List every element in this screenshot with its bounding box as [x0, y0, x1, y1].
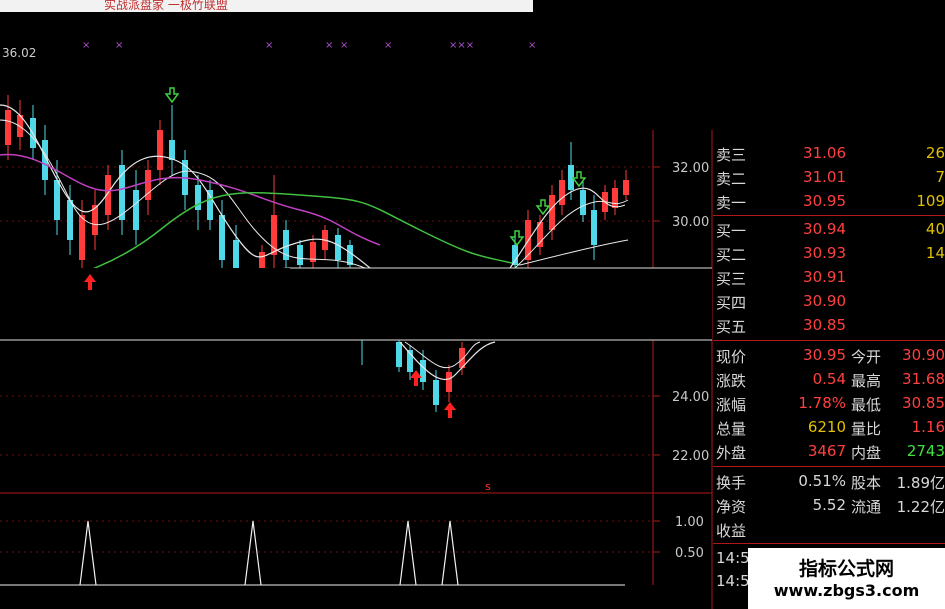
- stat-value: 2743: [906, 442, 945, 460]
- ask-label: 卖一: [716, 194, 747, 212]
- bid-row-2[interactable]: 买二 30.93 14: [713, 243, 945, 266]
- stat-value: 6210: [807, 418, 846, 436]
- svg-text:×××: ×××: [449, 40, 474, 51]
- times-divider: [713, 543, 945, 544]
- bid-label: 买四: [716, 294, 747, 312]
- svg-text:×: ×: [265, 40, 273, 51]
- signal-markers-top: × × × × × × ××× ×: [82, 40, 536, 51]
- stat-value: 1.78%: [798, 394, 846, 412]
- bid-label: 买一: [716, 222, 747, 240]
- svg-text:×: ×: [384, 40, 392, 51]
- ask-price: 30.95: [803, 192, 846, 210]
- ask-volume: 26: [925, 144, 945, 162]
- bid-price: 30.85: [803, 316, 846, 334]
- stat-label: 总量: [716, 420, 747, 438]
- stat-row-volume: 总量 6210 量比 1.16: [713, 417, 945, 440]
- indicator-tick-05: 0.50: [675, 546, 704, 561]
- stat-row-current: 现价 30.95 今开 30.90: [713, 345, 945, 368]
- candles-upper-right: [512, 142, 629, 268]
- bid-label: 买二: [716, 246, 747, 264]
- bid-row-5[interactable]: 买五 30.85: [713, 315, 945, 338]
- ask-bid-divider: [713, 215, 945, 216]
- bid-price: 30.93: [803, 244, 846, 262]
- indicator-spikes: [79, 520, 459, 586]
- price-tick-32: 32.00: [672, 161, 709, 176]
- stat-label: 现价: [716, 348, 747, 366]
- stat-label: 换手: [716, 474, 747, 492]
- stat-row-change: 涨跌 0.54 最高 31.68: [713, 369, 945, 392]
- ask-row-3[interactable]: 卖三 31.06 26: [713, 143, 945, 166]
- quote-panel: 卖三 31.06 26 卖二 31.01 7 卖一 30.95 109 买一 3…: [713, 143, 945, 609]
- svg-text:×: ×: [340, 40, 348, 51]
- indicator-tick-1: 1.00: [675, 515, 704, 530]
- watermark: 指标公式网 www.zbgs3.com: [748, 548, 945, 609]
- bid-price: 30.94: [803, 220, 846, 238]
- stat-value: 1.22亿: [896, 498, 945, 516]
- stat-label: 涨幅: [716, 396, 747, 414]
- stat-row-turnover: 换手 0.51% 股本 1.89亿: [713, 471, 945, 494]
- ask-price: 31.06: [803, 144, 846, 162]
- bid-volume: 14: [925, 244, 945, 262]
- stat-label: 最低: [851, 396, 882, 414]
- svg-text:×: ×: [82, 40, 90, 51]
- stat-value: 1.16: [911, 418, 945, 436]
- watermark-title: 指标公式网: [798, 558, 894, 580]
- stat-value: 1.89亿: [896, 474, 945, 492]
- bid-row-3[interactable]: 买三 30.91: [713, 267, 945, 290]
- bid-stats-divider: [713, 340, 945, 341]
- stat-label: 内盘: [851, 444, 882, 462]
- stat-value: 3467: [807, 442, 846, 460]
- stat-value: 31.68: [902, 370, 945, 388]
- ask-volume: 7: [935, 168, 945, 186]
- stat-row-outer: 外盘 3467 内盘 2743: [713, 441, 945, 464]
- stat-label: 净资: [716, 498, 747, 516]
- stats-divider: [713, 466, 945, 467]
- price-label: 36.02: [2, 46, 37, 60]
- svg-text:×: ×: [115, 40, 123, 51]
- ask-label: 卖二: [716, 170, 747, 188]
- stat-label: 收益: [716, 522, 747, 540]
- ask-volume: 109: [916, 192, 945, 210]
- stat-label: 股本: [851, 474, 882, 492]
- occluded-band: [0, 268, 712, 340]
- bid-label: 买三: [716, 270, 747, 288]
- price-tick-30: 30.00: [672, 215, 709, 230]
- signal-s-marker: s: [485, 480, 491, 493]
- bid-row-1[interactable]: 买一 30.94 40: [713, 219, 945, 242]
- stat-value: 30.95: [803, 346, 846, 364]
- stat-label: 涨跌: [716, 372, 747, 390]
- bid-label: 买五: [716, 318, 747, 336]
- tick-time: 14:5: [716, 572, 750, 590]
- price-tick-22: 22.00: [672, 449, 709, 464]
- svg-text:×: ×: [325, 40, 333, 51]
- ask-row-1[interactable]: 卖一 30.95 109: [713, 191, 945, 214]
- stat-label: 量比: [851, 420, 882, 438]
- price-axis-ticks: [653, 166, 660, 553]
- stat-row-pct: 涨幅 1.78% 最低 30.85: [713, 393, 945, 416]
- ask-row-2[interactable]: 卖二 31.01 7: [713, 167, 945, 190]
- price-tick-24: 24.00: [672, 390, 709, 405]
- stat-row-earnings: 收益: [713, 519, 945, 542]
- stat-label: 最高: [851, 372, 882, 390]
- stat-value: 0.54: [812, 370, 846, 388]
- stat-value: 30.85: [902, 394, 945, 412]
- stat-value: 5.52: [812, 496, 846, 514]
- ask-label: 卖三: [716, 146, 747, 164]
- stat-row-netasset: 净资 5.52 流通 1.22亿: [713, 495, 945, 518]
- bid-volume: 40: [925, 220, 945, 238]
- ask-price: 31.01: [803, 168, 846, 186]
- stat-value: 0.51%: [798, 472, 846, 490]
- bid-row-4[interactable]: 买四 30.90: [713, 291, 945, 314]
- watermark-url: www.zbgs3.com: [773, 581, 920, 600]
- stat-label: 今开: [851, 348, 882, 366]
- stat-label: 流通: [851, 498, 882, 516]
- svg-text:×: ×: [528, 40, 536, 51]
- tick-time: 14:5: [716, 549, 750, 567]
- stat-value: 30.90: [902, 346, 945, 364]
- stat-label: 外盘: [716, 444, 747, 462]
- bid-price: 30.91: [803, 268, 846, 286]
- bid-price: 30.90: [803, 292, 846, 310]
